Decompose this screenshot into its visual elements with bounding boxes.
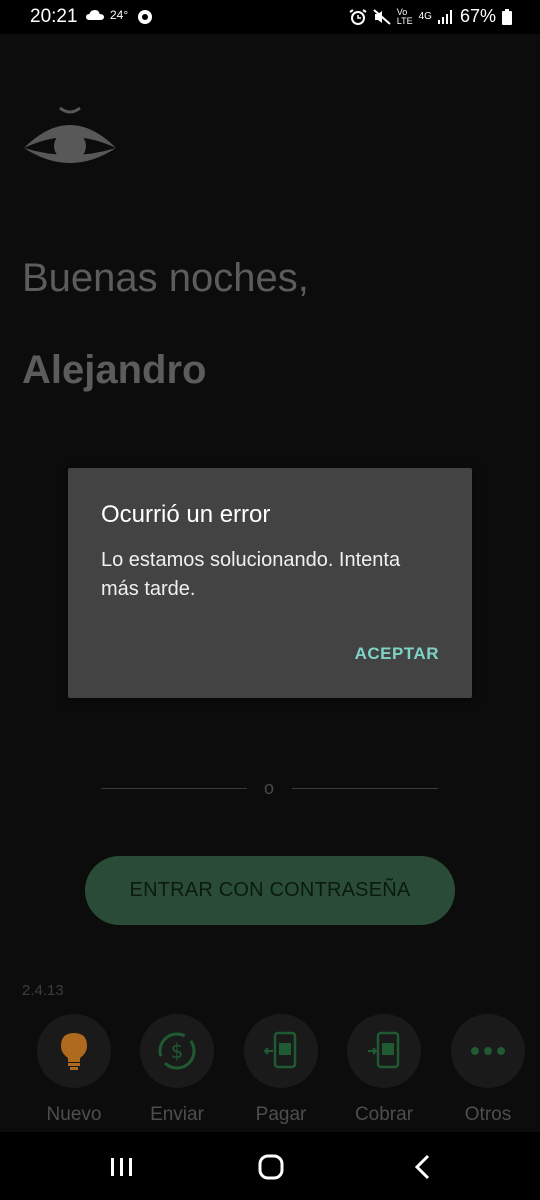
back-icon[interactable] [408, 1152, 438, 1182]
action-circle [347, 1014, 421, 1088]
pay-phone-icon [263, 1031, 297, 1069]
action-label: Enviar [150, 1104, 204, 1125]
action-circle [37, 1014, 111, 1088]
action-circle [244, 1014, 318, 1088]
enter-with-password-button[interactable]: ENTRAR CON CONTRASEÑA [85, 856, 455, 925]
battery-icon [502, 8, 512, 25]
action-circle: $ [140, 1014, 214, 1088]
action-cobrar[interactable]: Cobrar [339, 1014, 429, 1126]
bank-logo-icon [24, 106, 116, 163]
status-right-group: Vo LTE 4G 67% [349, 6, 512, 27]
user-name: Alejandro [22, 348, 207, 392]
action-otros[interactable]: Otros [443, 1014, 533, 1126]
status-time: 20:21 [30, 6, 78, 27]
status-temperature: 24° [110, 8, 129, 22]
more-dots-icon [471, 1047, 505, 1055]
app-version: 2.4.13 [22, 982, 64, 999]
alarm-icon [349, 8, 367, 25]
media-icon [138, 10, 152, 24]
navigation-bar [0, 1132, 540, 1200]
network-type: 4G [418, 11, 432, 22]
quick-actions: Nuevo $ Enviar Pagar Cobrar Otros [0, 1014, 540, 1126]
greeting-text: Buenas noches, [22, 256, 309, 300]
recent-apps-icon[interactable] [107, 1152, 137, 1182]
error-dialog: Ocurrió un error Lo estamos solucionando… [68, 468, 472, 698]
action-pagar[interactable]: Pagar [236, 1014, 326, 1126]
receive-phone-icon [368, 1031, 400, 1069]
status-bar: 20:21 24° Vo LTE 4G 67% [0, 0, 540, 34]
signal-icon [437, 9, 452, 24]
lightbulb-icon [61, 1033, 87, 1070]
divider-text: o [264, 778, 275, 798]
action-enviar[interactable]: $ Enviar [132, 1014, 222, 1126]
volte-icon: Vo LTE [396, 6, 413, 26]
action-label: Cobrar [354, 1104, 414, 1125]
action-label: Otros [464, 1104, 512, 1125]
dialog-message: Lo estamos solucionando. Intenta más tar… [101, 549, 401, 600]
svg-text:$: $ [171, 1039, 184, 1063]
battery-percent: 67% [459, 6, 496, 26]
accept-button[interactable]: ACEPTAR [355, 644, 439, 664]
action-label: Nuevo [46, 1104, 102, 1125]
mute-icon [373, 8, 391, 25]
action-label: Pagar [255, 1104, 307, 1125]
divider-line-left [101, 788, 247, 789]
action-nuevo[interactable]: Nuevo [29, 1014, 119, 1126]
money-transfer-icon: $ [158, 1032, 196, 1070]
home-icon[interactable] [256, 1152, 286, 1182]
action-circle [451, 1014, 525, 1088]
dialog-title: Ocurrió un error [101, 501, 271, 528]
divider-line-right [292, 788, 438, 789]
cloud-icon [86, 10, 104, 20]
